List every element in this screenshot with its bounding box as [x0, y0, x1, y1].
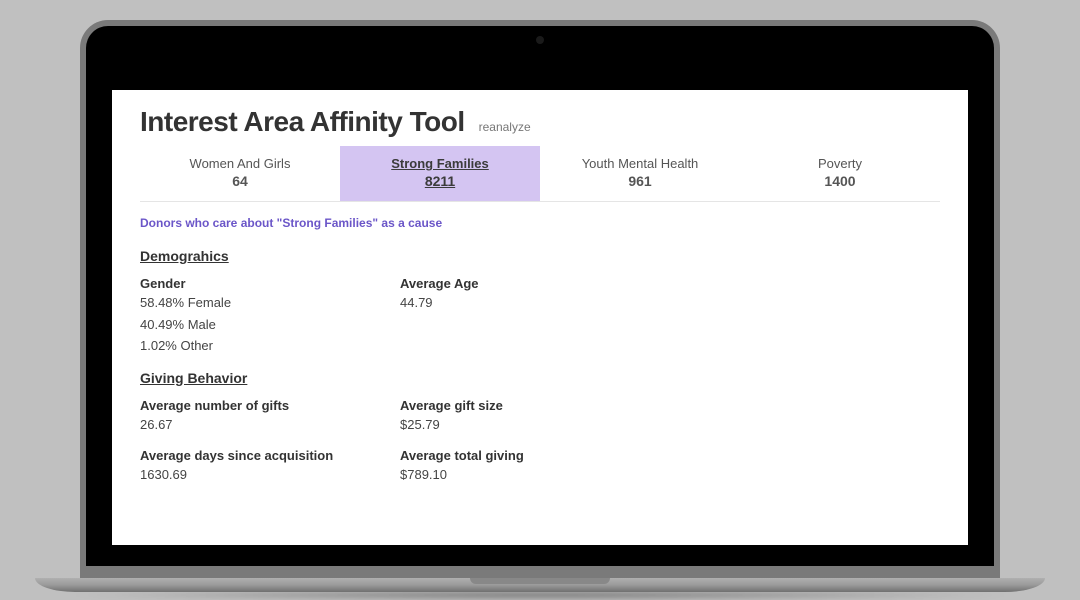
tab-youth-mental-health[interactable]: Youth Mental Health 961 — [540, 146, 740, 201]
stat-label: Average gift size — [400, 398, 660, 413]
camera-icon — [536, 36, 544, 44]
stat-average-age: Average Age 44.79 — [400, 276, 660, 356]
stat-avg-total-giving: Average total giving $789.10 — [400, 448, 660, 485]
tab-count: 64 — [148, 173, 332, 189]
reanalyze-link[interactable]: reanalyze — [479, 120, 531, 134]
section-title-giving-behavior: Giving Behavior — [140, 370, 940, 386]
stat-avg-days-since-acq: Average days since acquisition 1630.69 — [140, 448, 400, 485]
tab-strong-families[interactable]: Strong Families 8211 — [340, 146, 540, 201]
stat-label: Average number of gifts — [140, 398, 400, 413]
stat-value: 40.49% Male — [140, 315, 400, 335]
section-title-demographics: Demograhics — [140, 248, 940, 264]
tab-count: 961 — [548, 173, 732, 189]
cause-statement: Donors who care about "Strong Families" … — [140, 216, 940, 230]
tab-label: Poverty — [748, 156, 932, 171]
stat-avg-num-gifts: Average number of gifts 26.67 — [140, 398, 400, 435]
tab-women-and-girls[interactable]: Women And Girls 64 — [140, 146, 340, 201]
stat-label: Average Age — [400, 276, 660, 291]
tab-label: Youth Mental Health — [548, 156, 732, 171]
stat-value: 58.48% Female — [140, 293, 400, 313]
stat-gender: Gender 58.48% Female 40.49% Male 1.02% O… — [140, 276, 400, 356]
tabs: Women And Girls 64 Strong Families 8211 … — [140, 146, 940, 202]
stat-label: Average days since acquisition — [140, 448, 400, 463]
tab-label: Women And Girls — [148, 156, 332, 171]
laptop-base — [35, 578, 1045, 592]
stat-value: $789.10 — [400, 465, 660, 485]
stat-value: 44.79 — [400, 293, 660, 313]
stat-value: 26.67 — [140, 415, 400, 435]
page-title: Interest Area Affinity Tool — [140, 106, 465, 138]
tab-count: 8211 — [348, 173, 532, 189]
stat-value: 1.02% Other — [140, 336, 400, 356]
stat-label: Average total giving — [400, 448, 660, 463]
tab-label: Strong Families — [348, 156, 532, 171]
tab-count: 1400 — [748, 173, 932, 189]
laptop-frame: Interest Area Affinity Tool reanalyze Wo… — [80, 20, 1000, 580]
stat-value: 1630.69 — [140, 465, 400, 485]
stat-label: Gender — [140, 276, 400, 291]
stat-avg-gift-size: Average gift size $25.79 — [400, 398, 660, 435]
stat-value: $25.79 — [400, 415, 660, 435]
app-content: Interest Area Affinity Tool reanalyze Wo… — [112, 90, 968, 545]
tab-poverty[interactable]: Poverty 1400 — [740, 146, 940, 201]
